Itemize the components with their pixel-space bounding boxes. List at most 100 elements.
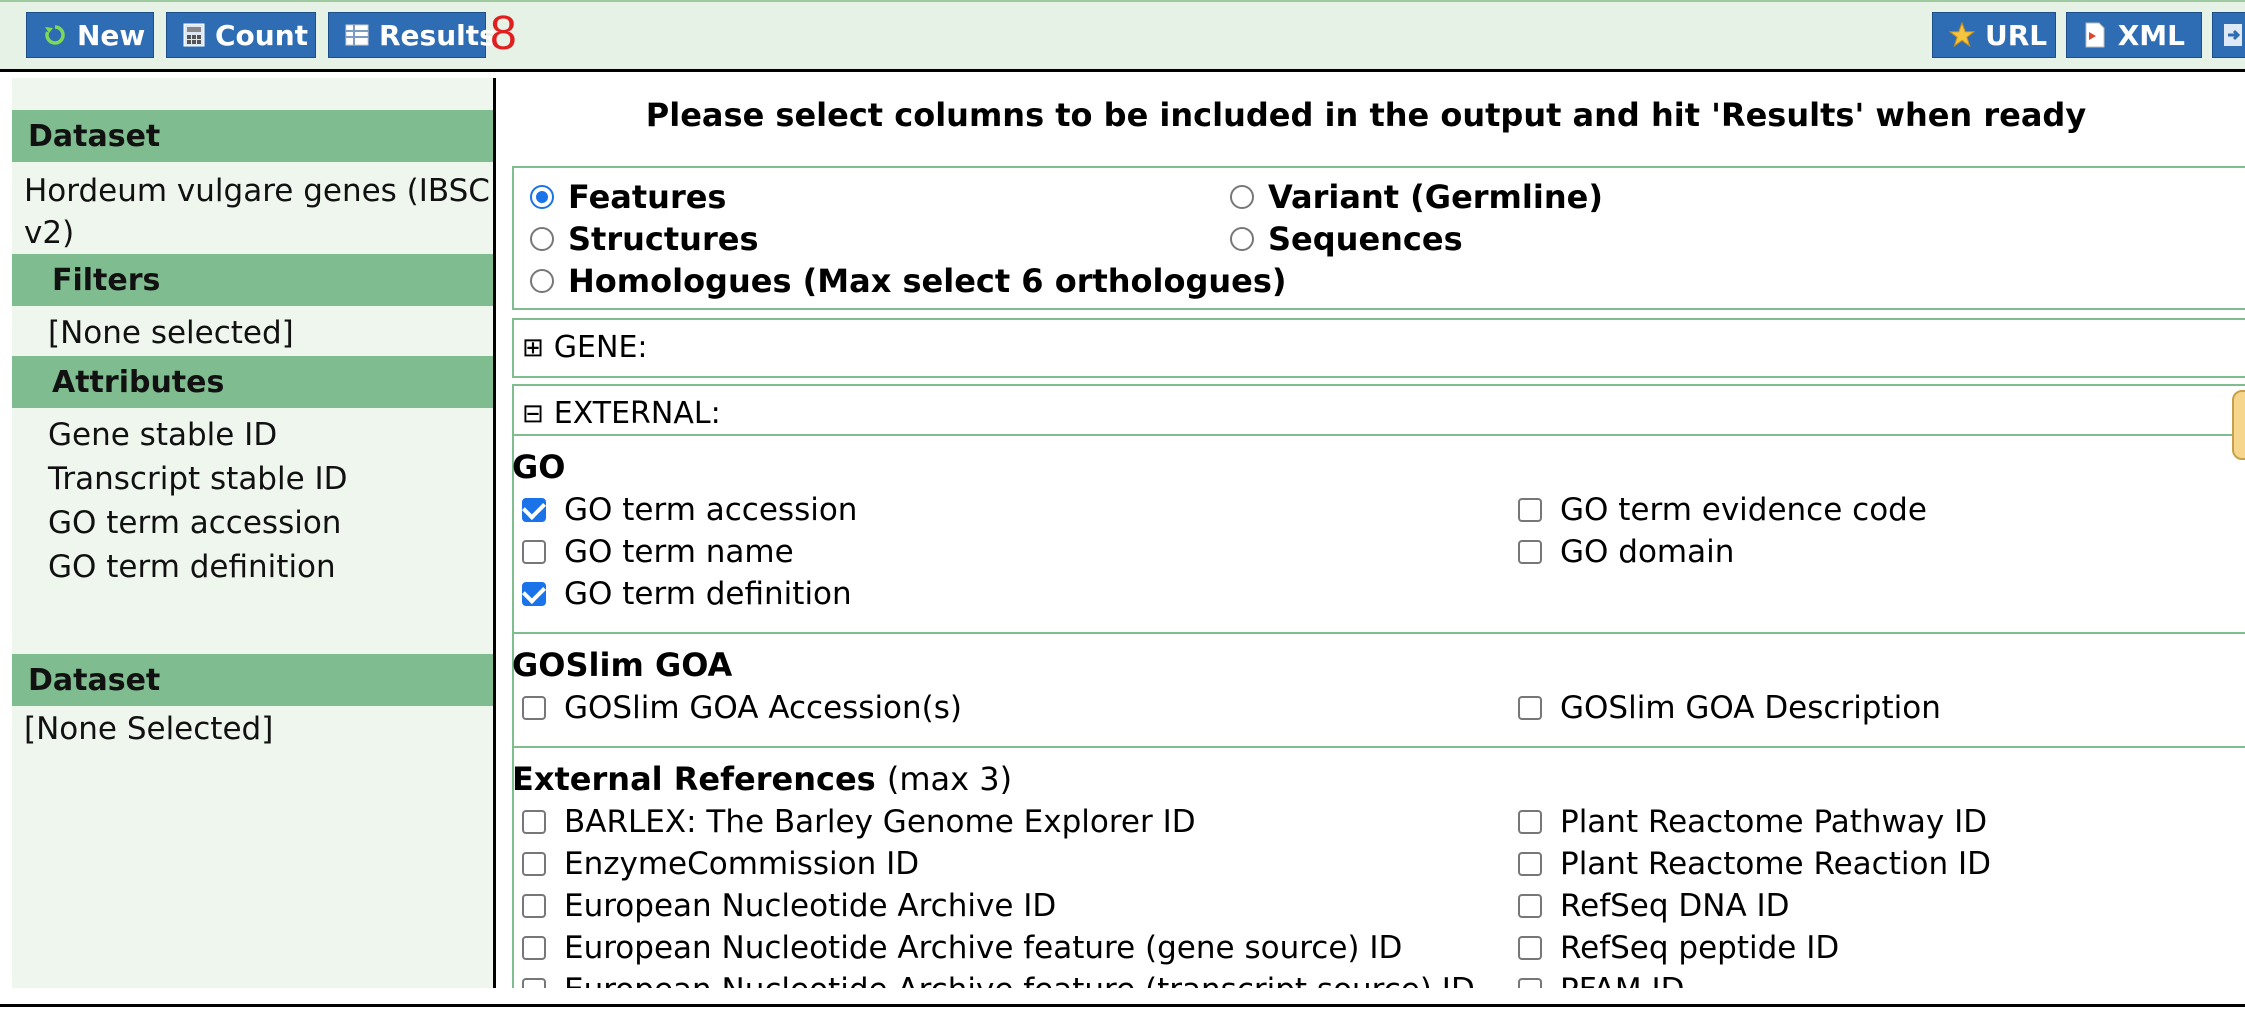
checkbox[interactable] <box>522 852 546 876</box>
checkbox-label: PFAM ID <box>1560 972 1685 988</box>
count-button[interactable]: Count <box>166 12 316 58</box>
checkbox[interactable] <box>522 978 546 988</box>
radio-structures[interactable]: Structures <box>530 220 758 258</box>
checkbox-label: GO domain <box>1560 534 1735 570</box>
xml-file-icon <box>2083 22 2108 48</box>
checkbox-ena-feature-transcript-id[interactable]: European Nucleotide Archive feature (tra… <box>522 972 1475 988</box>
refresh-icon <box>43 22 67 48</box>
url-button[interactable]: URL <box>1932 12 2056 58</box>
goslim-group-title: GOSlim GOA <box>512 646 733 684</box>
checkbox-goslim-accession[interactable]: GOSlim GOA Accession(s) <box>522 690 962 726</box>
checkbox[interactable] <box>522 582 546 606</box>
xml-button[interactable]: XML <box>2066 12 2202 58</box>
checkbox[interactable] <box>522 498 546 522</box>
dataset-heading[interactable]: Dataset <box>12 110 493 162</box>
checkbox-label: GO term definition <box>564 576 852 612</box>
checkbox-label: Plant Reactome Pathway ID <box>1560 804 1988 840</box>
checkbox-refseq-peptide-id[interactable]: RefSeq peptide ID <box>1518 930 1839 966</box>
xml-button-label: XML <box>2117 18 2185 52</box>
filters-value[interactable]: [None selected] <box>48 312 294 354</box>
checkbox[interactable] <box>1518 852 1542 876</box>
external-section-label[interactable]: EXTERNAL: <box>554 396 721 431</box>
checkbox[interactable] <box>1518 498 1542 522</box>
checkbox-enzymecommission-id[interactable]: EnzymeCommission ID <box>522 846 919 882</box>
results-count: 8 <box>490 7 517 60</box>
filters-heading[interactable]: Filters <box>12 254 493 306</box>
checkbox[interactable] <box>1518 936 1542 960</box>
attribute-item: GO term definition <box>48 549 336 585</box>
checkbox[interactable] <box>1518 978 1542 988</box>
checkbox-go-term-evidence-code[interactable]: GO term evidence code <box>1518 492 1927 528</box>
checkbox-label: EnzymeCommission ID <box>564 846 920 882</box>
checkbox-go-term-name[interactable]: GO term name <box>522 534 794 570</box>
export-button[interactable] <box>2212 12 2245 58</box>
results-button[interactable]: Results <box>328 12 496 58</box>
checkbox[interactable] <box>522 936 546 960</box>
checkbox-plant-reactome-pathway-id[interactable]: Plant Reactome Pathway ID <box>1518 804 1987 840</box>
radio-label: Features <box>568 178 727 216</box>
checkbox-pfam-id[interactable]: PFAM ID <box>1518 972 1685 988</box>
second-dataset-value[interactable]: [None Selected] <box>24 708 273 750</box>
checkbox[interactable] <box>1518 540 1542 564</box>
radio-button[interactable] <box>530 269 554 293</box>
expand-icon[interactable]: ⊞ <box>522 333 544 363</box>
checkbox[interactable] <box>522 894 546 918</box>
collapse-icon[interactable]: ⊟ <box>522 399 544 429</box>
checkbox-go-term-accession[interactable]: GO term accession <box>522 492 857 528</box>
checkbox-label: GO term accession <box>564 492 858 528</box>
radio-button[interactable] <box>1230 185 1254 209</box>
checkbox-label: GOSlim GOA Accession(s) <box>564 690 963 726</box>
radio-sequences[interactable]: Sequences <box>1230 220 1463 258</box>
table-icon <box>345 22 369 48</box>
checkbox-go-domain[interactable]: GO domain <box>1518 534 1734 570</box>
calculator-icon <box>183 22 205 48</box>
dataset-name[interactable]: Hordeum vulgare genes (IBSC v2) <box>24 170 494 254</box>
radio-label: Sequences <box>1268 220 1463 258</box>
checkbox[interactable] <box>1518 894 1542 918</box>
new-button[interactable]: New <box>26 12 154 58</box>
radio-label: Structures <box>568 220 759 258</box>
external-section-header[interactable]: ⊟ EXTERNAL: <box>522 396 721 431</box>
summary-sidebar: Dataset Hordeum vulgare genes (IBSC v2) … <box>12 78 496 988</box>
group-divider <box>512 746 2245 748</box>
checkbox-go-term-definition[interactable]: GO term definition <box>522 576 852 612</box>
attribute-item: GO term accession <box>48 505 342 541</box>
second-dataset-heading[interactable]: Dataset <box>12 654 493 706</box>
xrefs-subtitle: (max 3) <box>886 760 1013 798</box>
checkbox[interactable] <box>522 540 546 564</box>
radio-button[interactable] <box>1230 227 1254 251</box>
attributes-heading[interactable]: Attributes <box>12 356 493 408</box>
radio-homologues[interactable]: Homologues (Max select 6 orthologues) <box>530 262 1287 300</box>
attribute-page-selector: Features Variant (Germline) Structures S… <box>512 166 2245 310</box>
checkbox-ena-id[interactable]: European Nucleotide Archive ID <box>522 888 1056 924</box>
radio-features[interactable]: Features <box>530 178 726 216</box>
checkbox[interactable] <box>1518 696 1542 720</box>
checkbox[interactable] <box>522 810 546 834</box>
radio-button[interactable] <box>530 185 554 209</box>
xrefs-title: External References <box>512 760 876 798</box>
attribute-item: Transcript stable ID <box>48 461 348 497</box>
url-button-label: URL <box>1985 18 2048 52</box>
section-divider <box>512 434 2245 436</box>
checkbox-goslim-description[interactable]: GOSlim GOA Description <box>1518 690 1941 726</box>
checkbox[interactable] <box>522 696 546 720</box>
go-group-title: GO <box>512 448 566 486</box>
checkbox-label: RefSeq peptide ID <box>1560 930 1840 966</box>
radio-variant-germline[interactable]: Variant (Germline) <box>1230 178 1603 216</box>
count-button-label: Count <box>215 18 309 52</box>
side-tab-handle[interactable] <box>2232 390 2245 460</box>
checkbox-label: GO term evidence code <box>1560 492 1927 528</box>
checkbox-label: GOSlim GOA Description <box>1560 690 1941 726</box>
gene-section-label[interactable]: GENE: <box>554 330 648 365</box>
gene-section-header[interactable]: ⊞ GENE: <box>522 330 648 365</box>
checkbox-ena-feature-gene-id[interactable]: European Nucleotide Archive feature (gen… <box>522 930 1402 966</box>
radio-button[interactable] <box>530 227 554 251</box>
checkbox[interactable] <box>1518 810 1542 834</box>
gene-section: ⊞ GENE: <box>512 318 2245 378</box>
checkbox-label: European Nucleotide Archive feature (gen… <box>564 930 1403 966</box>
checkbox-barlex-id[interactable]: BARLEX: The Barley Genome Explorer ID <box>522 804 1196 840</box>
checkbox-refseq-dna-id[interactable]: RefSeq DNA ID <box>1518 888 1790 924</box>
checkbox-plant-reactome-reaction-id[interactable]: Plant Reactome Reaction ID <box>1518 846 1991 882</box>
xrefs-group-title: External References (max 3) <box>512 760 1012 798</box>
checkbox-label: European Nucleotide Archive ID <box>564 888 1057 924</box>
